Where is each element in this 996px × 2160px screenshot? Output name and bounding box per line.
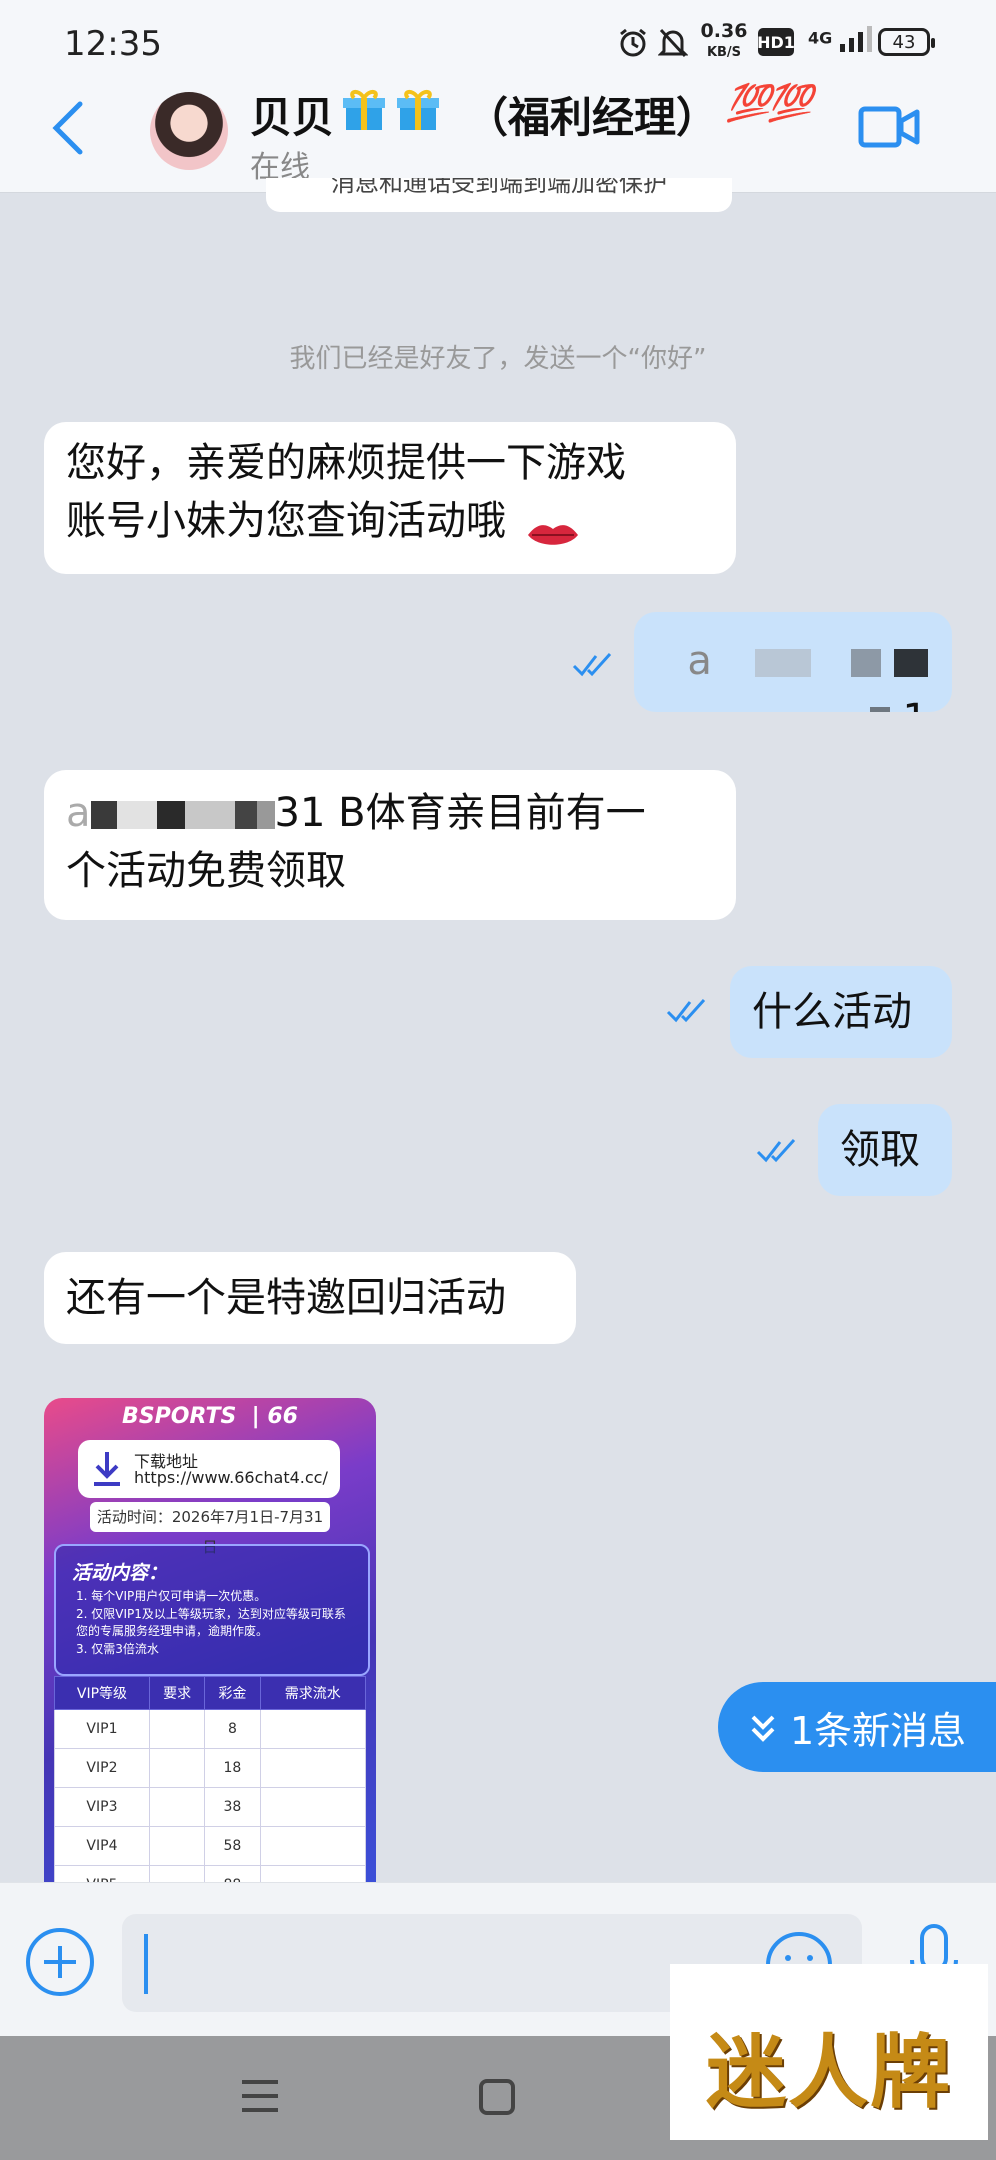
read-receipt-icon: [572, 652, 616, 678]
redaction-block: [894, 649, 928, 677]
redaction-block: [156, 801, 185, 829]
mute-bell-icon: [656, 26, 690, 60]
redaction-block: [869, 707, 890, 712]
redaction-block: [184, 801, 235, 829]
incoming-message[interactable]: 您好，亲爱的麻烦提供一下游戏 账号小妹为您查询活动哦: [44, 422, 736, 574]
outgoing-message[interactable]: 领取: [818, 1104, 952, 1196]
promo-rules-box: 活动内容： 1. 每个VIP用户仅可申请一次优惠。 2. 仅限VIP1及以上等级…: [54, 1544, 370, 1676]
system-note: 我们已经是好友了，发送一个“你好”: [289, 344, 707, 374]
read-receipt-icon: [666, 998, 710, 1024]
contact-avatar[interactable]: [150, 92, 228, 170]
incoming-message[interactable]: a 31 B体育亲目前有一 个活动免费领取: [44, 770, 736, 920]
encryption-notice: 消息和通话受到端到端加密保护: [266, 178, 732, 212]
watermark-logo: 迷人牌: [670, 1964, 988, 2140]
redaction-block: [116, 801, 157, 829]
table-row: VIP4 58: [54, 1826, 367, 1866]
text-cursor: [144, 1934, 148, 1994]
gift-icon: [394, 86, 442, 134]
status-time: 12:35: [64, 24, 162, 64]
table-row: VIP588: [54, 1865, 367, 1882]
new-message-button[interactable]: 1条新消息: [718, 1682, 996, 1772]
back-arrow-icon[interactable]: [48, 100, 88, 156]
network-speed: 0.36 KB/S: [700, 20, 748, 61]
home-square-icon[interactable]: [478, 2078, 516, 2116]
contact-name[interactable]: 贝贝: [250, 84, 334, 145]
redaction-block: [90, 801, 117, 829]
promo-brand-logo: BSPORTS | 66: [122, 1404, 298, 1429]
menu-icon[interactable]: [240, 2078, 280, 2114]
alarm-icon: [616, 26, 650, 60]
outgoing-message[interactable]: a 1: [634, 612, 952, 712]
outgoing-message[interactable]: 什么活动: [730, 966, 952, 1058]
table-row: VIP1 8: [54, 1709, 367, 1749]
table-row: VIP2 18: [54, 1748, 367, 1788]
lips-emoji-icon: [526, 508, 580, 545]
table-row: VIP3 38: [54, 1787, 367, 1827]
promo-download-url: https://www.66chat4.cc/: [134, 1468, 328, 1487]
redaction-block: [234, 801, 257, 829]
promo-date: 活动时间：2026年7月1日-7月31日: [90, 1502, 330, 1556]
gift-icon: [340, 86, 388, 134]
hundred-points-decoration: 💯💯: [726, 83, 813, 124]
video-call-icon[interactable]: [858, 104, 920, 150]
battery-icon: 43: [878, 28, 935, 56]
redaction-block: [754, 649, 811, 677]
read-receipt-icon: [756, 1138, 800, 1164]
double-chevron-down-icon: [746, 1710, 780, 1744]
contact-title: （福利经理）: [466, 93, 719, 142]
download-icon: [92, 1450, 122, 1488]
promo-download-card: 下载地址 https://www.66chat4.cc/: [78, 1440, 340, 1498]
plus-icon[interactable]: [24, 1926, 96, 1998]
promo-image-message[interactable]: BSPORTS | 66 下载地址 https://www.66chat4.cc…: [44, 1398, 376, 1882]
signal-icon: 4G: [808, 24, 878, 54]
vip-table: VIP等级 要求 彩金 需求流水 VIP1 8 VIP2 18 VIP3 38 VIP…: [54, 1676, 367, 1882]
redaction-block: [256, 801, 275, 829]
incoming-message[interactable]: 还有一个是特邀回归活动: [44, 1252, 576, 1344]
redaction-block: [851, 649, 882, 677]
hd-badge: HD1: [757, 28, 795, 56]
